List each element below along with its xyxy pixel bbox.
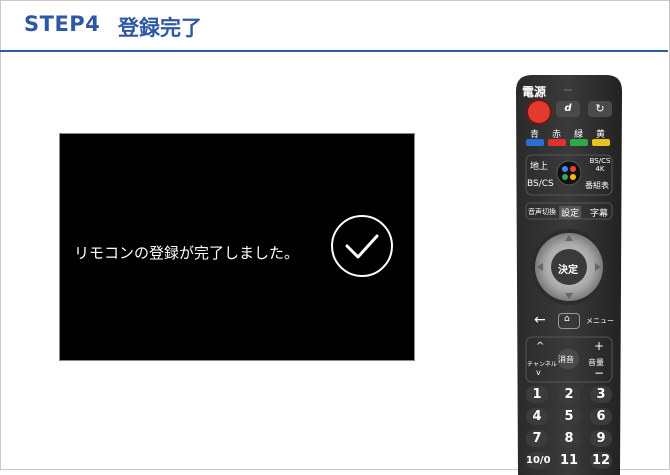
page-title: 登録完了 [118, 16, 202, 40]
number-button[interactable]: 6 [590, 408, 612, 425]
jimaku-button[interactable]: 字幕 [590, 206, 608, 219]
completion-message: リモコンの登録が完了しました。 [74, 244, 300, 262]
d-button[interactable]: d [556, 101, 580, 117]
bscs4k-button[interactable]: BS/CS 4K [589, 157, 611, 173]
number-button[interactable]: 9 [590, 430, 612, 447]
number-button[interactable]: 4 [526, 408, 548, 425]
number-button[interactable]: 8 [558, 430, 580, 447]
check-circle-icon [331, 215, 393, 277]
tv-screen: リモコンの登録が完了しました。 [59, 133, 415, 361]
volume-down-icon[interactable]: − [594, 366, 604, 380]
bangumihyo-button[interactable]: 番組表 [585, 180, 609, 191]
back-arrow-icon[interactable]: ← [534, 312, 546, 328]
home-button[interactable]: ⌂ [558, 313, 580, 329]
number-button[interactable]: 12 [590, 452, 612, 469]
color-key-button[interactable] [570, 139, 588, 146]
remote-control: 電源 d ↻ 青赤緑黄 地上 BS/CS 4K BS/CS 番組表 音声切換 設… [514, 75, 624, 475]
number-button[interactable]: 5 [558, 408, 580, 425]
header: STEP4 登録完了 [0, 0, 668, 52]
channel-label: チャンネル [527, 361, 557, 368]
return-cycle-button[interactable]: ↻ [588, 101, 612, 117]
home-icon: ⌂ [564, 314, 570, 324]
mute-label: 消音 [558, 355, 574, 364]
color-key-button[interactable] [592, 139, 610, 146]
d-button-label: d [564, 103, 572, 114]
color-key-button[interactable] [526, 139, 544, 146]
channel-down-icon[interactable]: v [536, 368, 541, 377]
power-button[interactable] [526, 99, 552, 125]
number-button[interactable]: 7 [526, 430, 548, 447]
onsei-button[interactable]: 音声切換 [528, 207, 556, 217]
volume-up-icon[interactable]: + [594, 339, 604, 353]
step-label: STEP4 [24, 12, 101, 36]
number-button[interactable]: 1 [526, 386, 548, 403]
number-button[interactable]: 2 [558, 386, 580, 403]
power-label: 電源 [522, 85, 547, 99]
color-key-button[interactable] [548, 139, 566, 146]
bscs-button[interactable]: BS/CS [527, 179, 554, 189]
settei-button[interactable]: 設定 [559, 206, 582, 219]
number-button[interactable]: 3 [590, 386, 612, 403]
menu-button[interactable]: メニュー [586, 316, 614, 326]
channel-up-icon[interactable]: ^ [536, 341, 544, 352]
kettei-button[interactable]: 決定 [558, 261, 578, 276]
chijo-button[interactable]: 地上 [530, 159, 548, 172]
number-button[interactable]: 10/0 [526, 452, 551, 469]
number-button[interactable]: 11 [558, 452, 580, 469]
cycle-icon: ↻ [595, 102, 605, 115]
mute-button[interactable]: 消音 [557, 349, 579, 369]
